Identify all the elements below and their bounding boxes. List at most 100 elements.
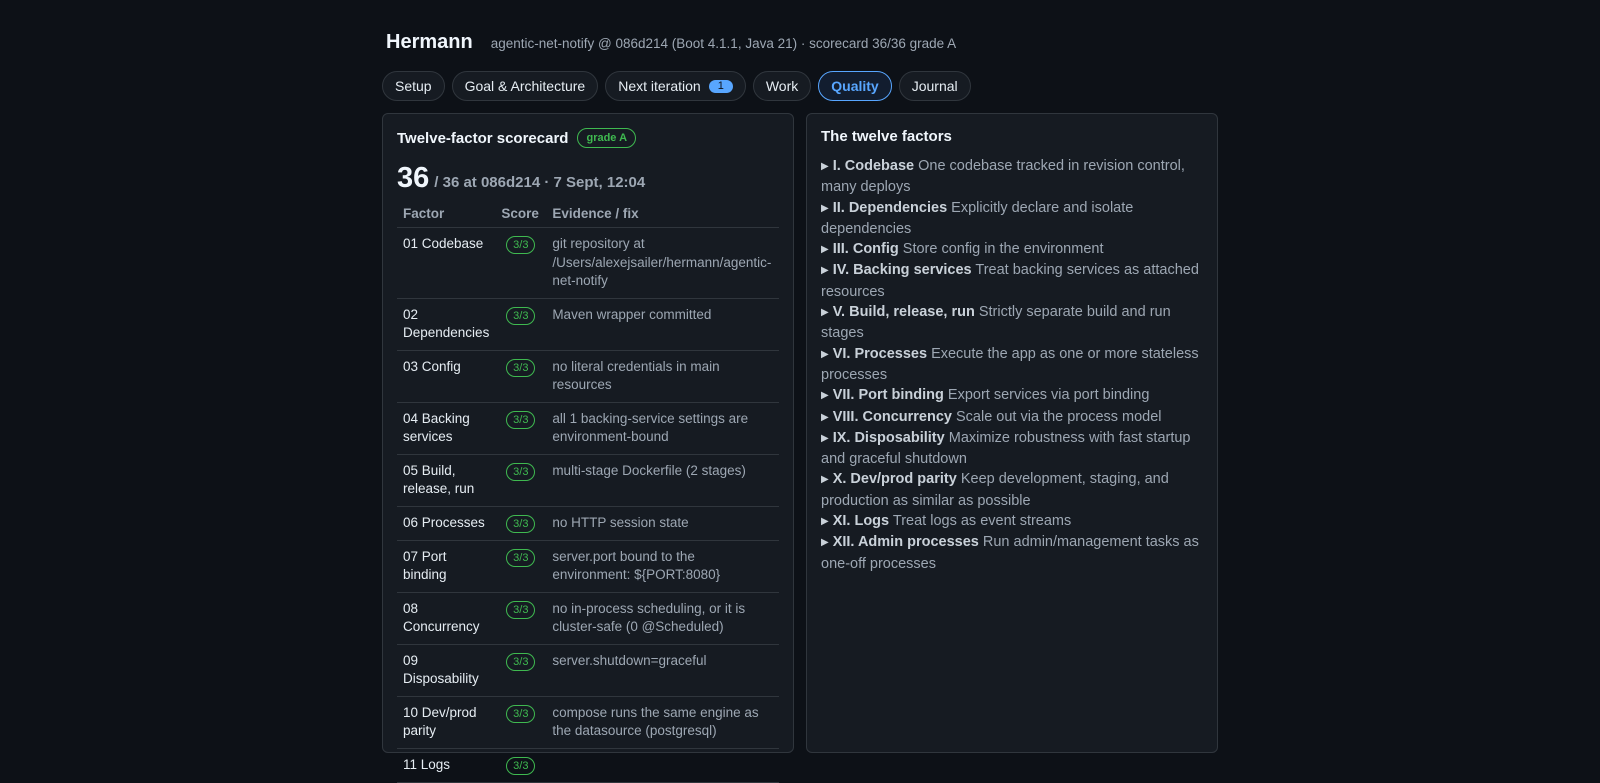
tab-journal[interactable]: Journal <box>898 71 971 101</box>
factor-desc: Export services via port binding <box>947 387 1150 404</box>
evidence-cell: server.shutdown=graceful <box>546 644 779 697</box>
scorecard-title: Twelve-factor scorecard <box>397 129 569 147</box>
tab-setup[interactable]: Setup <box>382 71 445 101</box>
triangle-right-icon: ▶ <box>821 202 829 214</box>
evidence-cell <box>546 748 779 783</box>
score-pill: 3/3 <box>506 514 536 533</box>
factor-cell: 01 Codebase <box>397 227 496 299</box>
tab-label: Next iteration <box>618 78 701 94</box>
table-row: 11 Logs 3/3 <box>397 748 779 783</box>
count-badge: 1 <box>708 79 733 93</box>
triangle-right-icon: ▶ <box>821 411 829 423</box>
score-cell: 3/3 <box>495 748 547 783</box>
score-cell: 3/3 <box>495 540 547 593</box>
factor-cell: 04 Backing services <box>397 402 496 455</box>
factor-disclosure-logs[interactable]: ▶ XI. Logs Treat logs as event streams <box>821 511 1203 532</box>
factor-name: VI. Processes <box>832 345 928 362</box>
score-cell: 3/3 <box>495 402 547 455</box>
factor-desc: Scale out via the process model <box>956 408 1162 425</box>
score-pill: 3/3 <box>506 600 536 619</box>
tab-label: Work <box>765 78 799 94</box>
factor-name: III. Config <box>832 241 899 258</box>
factors-title: The twelve factors <box>821 128 952 145</box>
column-header-factor: Factor <box>397 201 496 228</box>
table-row: 08 Concurrency 3/3 no in-process schedulin… <box>397 592 779 645</box>
scorecard-table: Factor Score Evidence / fix 01 Codebase 3… <box>397 201 779 783</box>
factor-name: II. Dependencies <box>832 199 948 216</box>
triangle-right-icon: ▶ <box>821 265 829 277</box>
score-summary: 36 / 36 at 086d214 · 7 Sept, 12:04 <box>397 162 779 195</box>
factor-disclosure-disposability[interactable]: ▶ IX. Disposability Maximize robustness w… <box>821 428 1203 470</box>
tab-label: Setup <box>395 78 432 94</box>
factor-disclosure-codebase[interactable]: ▶ I. Codebase One codebase tracked in rev… <box>821 156 1203 198</box>
table-header-row: Factor Score Evidence / fix <box>397 201 779 228</box>
factor-name: IV. Backing services <box>832 262 972 279</box>
factor-disclosure-dependencies[interactable]: ▶ II. Dependencies Explicitly declare and… <box>821 198 1203 240</box>
factor-disclosure-admin-processes[interactable]: ▶ XII. Admin processes Run admin/manageme… <box>821 532 1203 574</box>
app-title: Hermann <box>386 31 473 53</box>
factor-disclosure-processes[interactable]: ▶ VI. Processes Execute the app as one or… <box>821 344 1203 386</box>
factor-cell: 06 Processes <box>397 506 496 541</box>
factor-disclosure-concurrency[interactable]: ▶ VIII. Concurrency Scale out via the pro… <box>821 407 1203 428</box>
factor-name: XII. Admin processes <box>832 534 979 551</box>
table-row: 09 Disposability 3/3 server.shutdown=grace… <box>397 644 779 697</box>
evidence-cell: compose runs the same engine as the data… <box>546 696 779 749</box>
factor-name: VIII. Concurrency <box>832 408 952 425</box>
triangle-right-icon: ▶ <box>821 307 829 319</box>
score-pill: 3/3 <box>506 462 536 481</box>
tab-next-iteration[interactable]: Next iteration 1 <box>605 71 746 101</box>
tab-quality[interactable]: Quality <box>818 71 892 101</box>
score-pill: 3/3 <box>506 756 536 775</box>
evidence-cell: no in-process scheduling, or it is clust… <box>546 592 779 645</box>
triangle-right-icon: ▶ <box>821 390 829 402</box>
app-subtitle: agentic-net-notify @ 086d214 (Boot 4.1.1… <box>490 36 957 51</box>
factor-name: I. Codebase <box>832 158 915 174</box>
factor-disclosure-config[interactable]: ▶ III. Config Store config in the environ… <box>821 239 1203 260</box>
evidence-cell: no HTTP session state <box>546 506 779 541</box>
score-cell: 3/3 <box>495 350 547 403</box>
triangle-right-icon: ▶ <box>821 161 829 172</box>
triangle-right-icon: ▶ <box>821 474 829 486</box>
triangle-right-icon: ▶ <box>821 348 829 360</box>
triangle-right-icon: ▶ <box>821 244 829 256</box>
factor-disclosure-backing-services[interactable]: ▶ IV. Backing services Treat backing serv… <box>821 260 1203 302</box>
evidence-cell: all 1 backing-service settings are envir… <box>546 402 779 455</box>
factor-cell: 02 Dependencies <box>397 298 496 351</box>
factors-panel: The twelve factors ▶ I. Codebase One code… <box>806 113 1218 753</box>
factor-cell: 08 Concurrency <box>397 592 496 645</box>
score-pill: 3/3 <box>506 704 536 723</box>
score-pill: 3/3 <box>506 652 536 671</box>
table-row: 02 Dependencies 3/3 Maven wrapper committe… <box>397 298 779 351</box>
score-cell: 3/3 <box>495 298 547 351</box>
table-row: 04 Backing services 3/3 all 1 backing-serv… <box>397 402 779 455</box>
evidence-cell: Maven wrapper committed <box>546 298 779 351</box>
column-header-evidence: Evidence / fix <box>546 201 779 228</box>
factor-name: X. Dev/prod parity <box>832 471 957 488</box>
factor-disclosure-port-binding[interactable]: ▶ VII. Port binding Export services via p… <box>821 385 1203 406</box>
tab-work[interactable]: Work <box>752 71 812 101</box>
factor-cell: 07 Port binding <box>397 540 496 593</box>
factor-desc: Store config in the environment <box>902 241 1104 258</box>
score-pill: 3/3 <box>506 306 536 325</box>
scorecard-panel: Twelve-factor scorecard grade A 36 / 36 … <box>382 113 794 783</box>
score-cell: 3/3 <box>495 696 547 749</box>
factor-name: XI. Logs <box>832 513 890 530</box>
score-cell: 3/3 <box>495 506 547 541</box>
tab-label: Quality <box>831 78 879 94</box>
triangle-right-icon: ▶ <box>821 537 829 549</box>
page-header: Hermann agentic-net-notify @ 086d214 (Bo… <box>386 31 956 54</box>
scorecard-header: Twelve-factor scorecard grade A <box>397 128 779 148</box>
tab-goal-architecture[interactable]: Goal & Architecture <box>451 71 599 101</box>
factor-disclosure-dev-prod-parity[interactable]: ▶ X. Dev/prod parity Keep development, st… <box>821 469 1203 511</box>
total-score: 36 <box>397 162 430 194</box>
score-cell: 3/3 <box>495 454 547 507</box>
triangle-right-icon: ▶ <box>821 516 829 528</box>
factor-disclosure-build-release-run[interactable]: ▶ V. Build, release, run Strictly separat… <box>821 302 1203 344</box>
score-cell: 3/3 <box>495 592 547 645</box>
score-cell: 3/3 <box>495 227 547 299</box>
score-cell: 3/3 <box>495 644 547 697</box>
column-header-score: Score <box>495 201 547 228</box>
score-pill: 3/3 <box>506 410 536 429</box>
factor-cell: 03 Config <box>397 350 496 403</box>
evidence-cell: multi-stage Dockerfile (2 stages) <box>546 454 779 507</box>
